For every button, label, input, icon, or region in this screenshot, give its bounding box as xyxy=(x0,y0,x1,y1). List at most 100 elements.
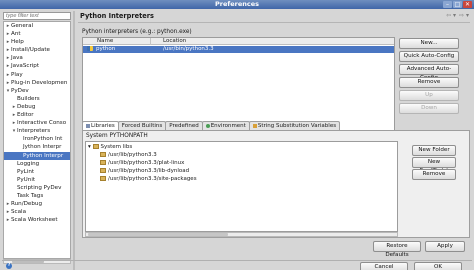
tree-item[interactable]: ▸ General xyxy=(4,22,70,30)
list-item[interactable]: /usr/lib/python3.3 xyxy=(100,152,157,159)
new-interpreter-button[interactable]: New... xyxy=(399,38,459,49)
tree-item-label: JavaScript xyxy=(11,63,40,70)
tree-item[interactable]: ▸ JavaScript xyxy=(4,62,70,70)
interpreter-location: /usr/bin/python3.3 xyxy=(163,46,214,52)
python-icon xyxy=(87,46,93,51)
tree-item-label: Run/Debug xyxy=(11,201,43,208)
tree-item[interactable]: ▸ Play xyxy=(4,71,70,79)
quick-auto-config-button[interactable]: Quick Auto-Config xyxy=(399,51,459,62)
new-egg-zip-button[interactable]: New Egg/Zip(s) xyxy=(412,157,456,174)
maximize-button[interactable]: □ xyxy=(453,1,462,8)
cancel-button[interactable]: Cancel xyxy=(360,262,408,270)
tree-item[interactable]: ▸ Plug-in Developmen xyxy=(4,79,70,87)
tree-item[interactable]: Logging xyxy=(4,160,70,168)
tree-item[interactable]: PyUnit xyxy=(4,176,70,184)
tree-item[interactable]: ▸ Debug xyxy=(4,103,70,111)
ok-button[interactable]: OK xyxy=(414,262,462,270)
tree-item-label: Play xyxy=(11,71,23,78)
tree-item-label: Editor xyxy=(17,112,34,119)
close-button[interactable]: ✕ xyxy=(463,1,472,8)
tab-forced-builtins[interactable]: Forced Builtins xyxy=(117,121,167,130)
restore-defaults-button[interactable]: Restore Defaults xyxy=(373,241,421,258)
window-titlebar[interactable]: Preferences xyxy=(0,0,474,9)
interpreter-name: python xyxy=(96,46,116,52)
tree-item[interactable]: ▸ Help xyxy=(4,38,70,46)
tree-item[interactable]: ▸ Interactive Conso xyxy=(4,119,70,127)
tree-item-label: Help xyxy=(11,39,24,46)
list-item[interactable]: /usr/lib/python3.3/plat-linux xyxy=(100,160,184,167)
tab-environment[interactable]: Environment xyxy=(201,121,250,130)
tree-item-label: Plug-in Developmen xyxy=(11,79,68,86)
tree-item-label: PyLint xyxy=(17,168,35,175)
tree-item-label: Logging xyxy=(17,160,40,167)
lib-path: /usr/lib/python3.3/plat-linux xyxy=(108,160,185,166)
tab-string-substitution[interactable]: String Substitution Variables xyxy=(248,121,341,130)
tree-item[interactable]: IronPython Int xyxy=(4,135,70,143)
system-pythonpath-label: System PYTHONPATH xyxy=(86,133,148,139)
tree-item[interactable]: Python Interpr xyxy=(4,151,70,160)
back-arrow-icon[interactable]: ⇦ ▾ xyxy=(446,12,456,19)
tree-item-label: Python Interpr xyxy=(23,152,64,159)
new-folder-button[interactable]: New Folder xyxy=(412,145,456,156)
tree-item[interactable]: ▸ Java xyxy=(4,54,70,62)
libs-horizontal-scrollbar[interactable] xyxy=(85,232,398,237)
environment-icon xyxy=(205,123,210,128)
tree-item-label: Debug xyxy=(17,103,36,110)
tree-item[interactable]: PyLint xyxy=(4,168,70,176)
lib-path: /usr/lib/python3.3/site-packages xyxy=(108,176,197,182)
tree-item[interactable]: Jython Interpr xyxy=(4,143,70,151)
apply-button[interactable]: Apply xyxy=(425,241,465,252)
remove-lib-button[interactable]: Remove xyxy=(412,169,456,180)
tree-item[interactable]: ▸ Run/Debug xyxy=(4,200,70,208)
libraries-icon xyxy=(86,123,90,128)
lib-path: /usr/lib/python3.3 xyxy=(108,152,157,158)
tree-item-label: Interactive Conso xyxy=(17,120,67,127)
filter-input[interactable] xyxy=(3,12,71,20)
up-button[interactable]: Up xyxy=(399,90,459,101)
system-libs-tree[interactable]: ▾ System libs /usr/lib/python3.3 /usr/li… xyxy=(85,141,398,232)
table-header: Name Location xyxy=(83,38,394,45)
tree-item-label: PyUnit xyxy=(17,176,36,183)
variables-icon xyxy=(252,123,257,128)
tree-item-label: Ant xyxy=(11,31,21,38)
tree-item-label: Interpreters xyxy=(17,128,51,135)
tab-libraries[interactable]: Libraries xyxy=(82,121,119,130)
scrollbar-thumb[interactable] xyxy=(88,233,228,236)
advanced-auto-config-button[interactable]: Advanced Auto-Config xyxy=(399,64,459,81)
tree-item[interactable]: Task Tags xyxy=(4,192,70,200)
tree-item[interactable]: ▾ PyDev xyxy=(4,87,70,95)
tree-item[interactable]: ▾ Interpreters xyxy=(4,127,70,135)
help-icon[interactable]: ? xyxy=(6,263,12,269)
interpreter-tabs: Libraries Forced Builtins Predefined Env… xyxy=(82,121,341,130)
tree-item[interactable]: ▸ Ant xyxy=(4,30,70,38)
tree-item-label: Task Tags xyxy=(17,192,44,199)
tree-item[interactable]: ▸ Scala Worksheet xyxy=(4,216,70,224)
interpreters-label: Python interpreters (e.g.: python.exe) xyxy=(82,29,192,35)
tab-predefined[interactable]: Predefined xyxy=(165,121,203,130)
libs-root-label: System libs xyxy=(100,144,133,150)
column-header-location[interactable]: Location xyxy=(151,38,186,45)
lib-path: /usr/lib/python3.3/lib-dynload xyxy=(108,168,190,174)
list-item[interactable]: /usr/lib/python3.3/lib-dynload xyxy=(100,168,189,175)
list-item[interactable]: /usr/lib/python3.3/site-packages xyxy=(100,176,197,183)
tab-label: Libraries xyxy=(91,123,115,129)
preferences-tree[interactable]: ▸ General ▸ Ant ▸ Help ▸ Install/Update ▸ Java ▸ Ja… xyxy=(3,21,71,259)
tree-item[interactable]: ▸ Install/Update xyxy=(4,46,70,54)
tree-item[interactable]: ▸ Editor xyxy=(4,111,70,119)
down-button[interactable]: Down xyxy=(399,103,459,114)
folder-icon xyxy=(100,160,106,165)
tree-item[interactable]: Scripting PyDev xyxy=(4,184,70,192)
tree-item-label: Scripting PyDev xyxy=(17,184,62,191)
minimize-button[interactable]: – xyxy=(443,1,452,8)
pane-splitter[interactable] xyxy=(73,11,75,270)
tree-item[interactable]: Builders xyxy=(4,95,70,103)
header-separator xyxy=(78,22,470,23)
libs-root-node[interactable]: ▾ System libs xyxy=(88,144,132,151)
forward-arrow-icon[interactable]: ⇨ ▾ xyxy=(459,12,469,19)
column-header-name[interactable]: Name xyxy=(83,38,151,45)
tree-item-label: Scala xyxy=(11,209,27,216)
folder-icon xyxy=(100,168,106,173)
table-row[interactable]: python /usr/bin/python3.3 xyxy=(83,46,394,53)
tree-item[interactable]: ▸ Scala xyxy=(4,208,70,216)
remove-interpreter-button[interactable]: Remove xyxy=(399,77,459,88)
